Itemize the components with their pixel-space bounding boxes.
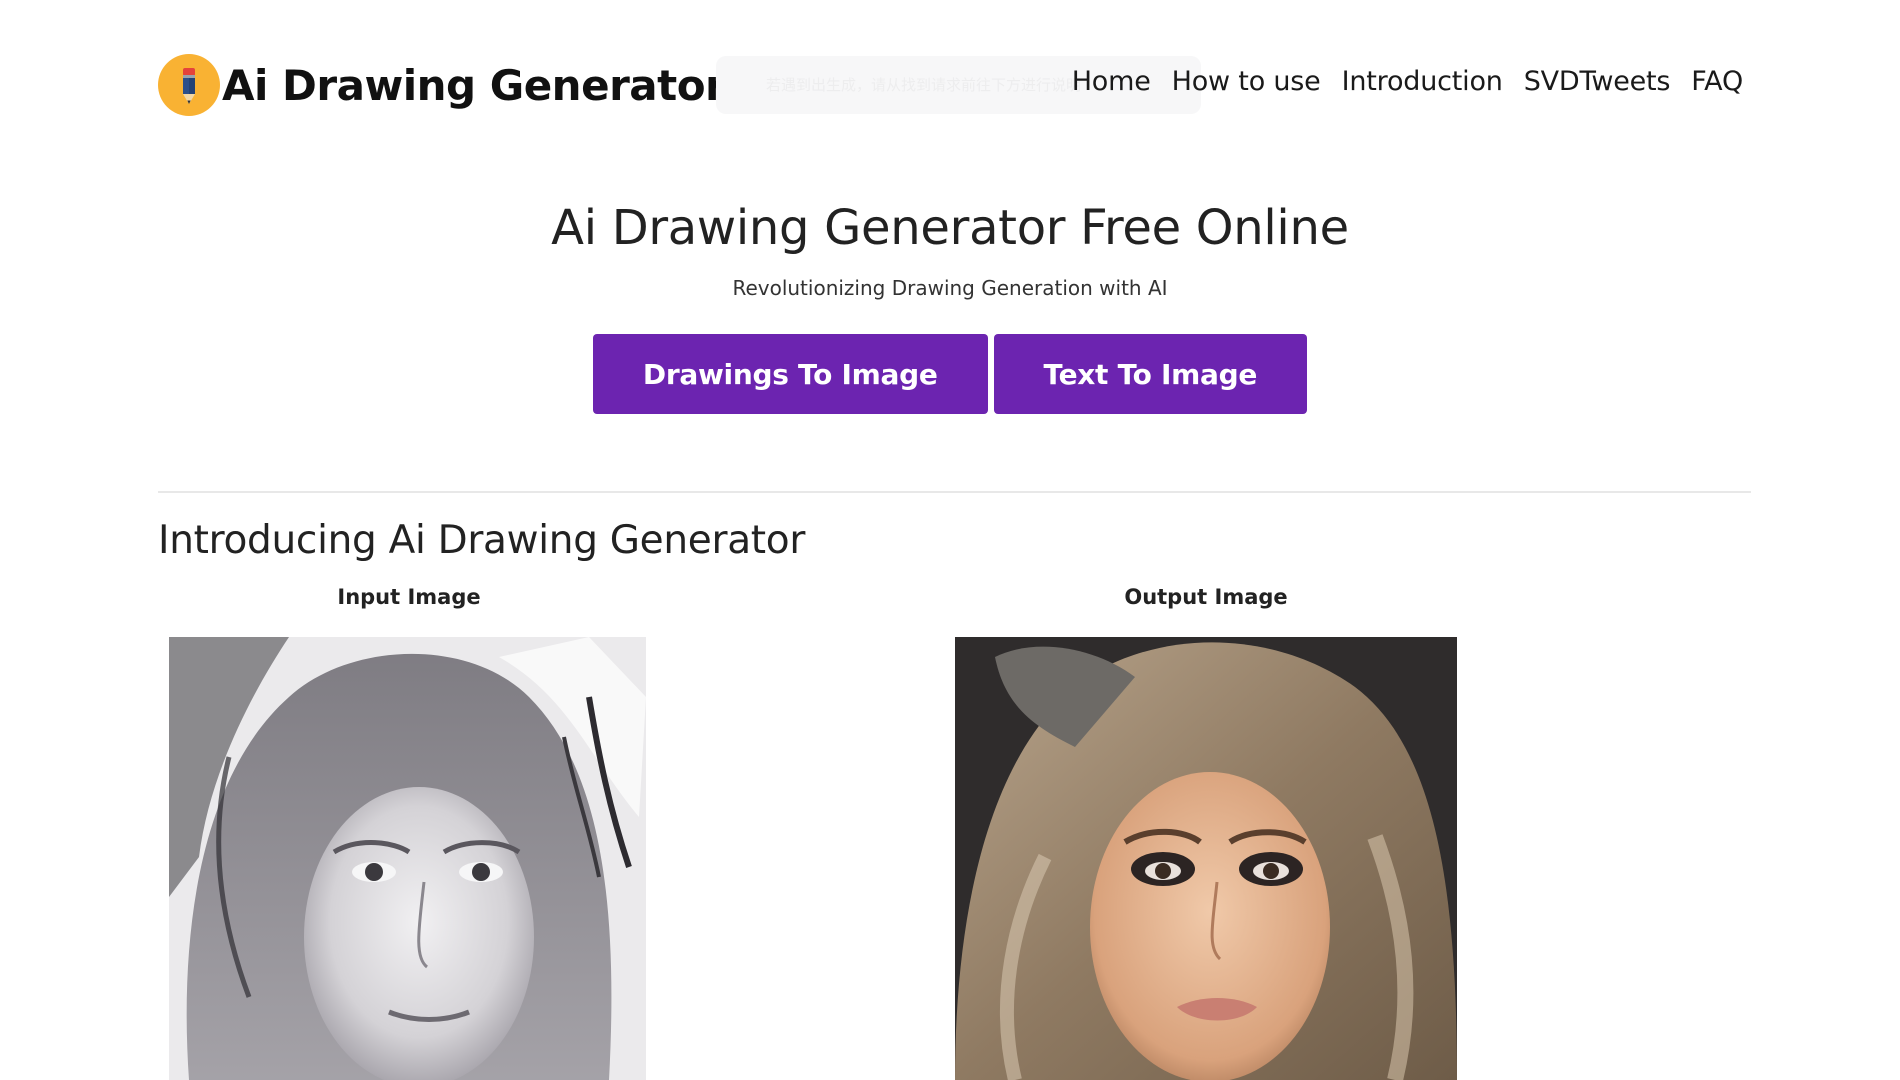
nav-how-to-use[interactable]: How to use — [1172, 66, 1321, 97]
input-image-label: Input Image — [337, 585, 481, 609]
text-to-image-button[interactable]: Text To Image — [993, 334, 1308, 414]
section-divider — [158, 491, 1751, 493]
nav-home[interactable]: Home — [1072, 66, 1151, 97]
pencil-icon — [158, 54, 220, 116]
hero-section: Ai Drawing Generator Free Online Revolut… — [0, 200, 1900, 414]
output-image-label: Output Image — [1124, 585, 1288, 609]
main-nav: Home How to use Introduction SVDTweets F… — [1072, 66, 1744, 97]
intro-heading: Introducing Ai Drawing Generator — [158, 518, 806, 563]
nav-faq[interactable]: FAQ — [1691, 66, 1743, 97]
drawings-to-image-button[interactable]: Drawings To Image — [592, 334, 988, 414]
nav-svdtweets[interactable]: SVDTweets — [1524, 66, 1671, 97]
page-title: Ai Drawing Generator Free Online — [551, 200, 1349, 256]
output-portrait-image — [955, 637, 1457, 1080]
notice-text: 若遇到出生成，请从找到请求前往下方进行说明 — [766, 76, 1082, 94]
mode-buttons: Drawings To Image Text To Image — [0, 334, 1900, 414]
page-subtitle: Revolutionizing Drawing Generation with … — [732, 276, 1168, 300]
nav-introduction[interactable]: Introduction — [1342, 66, 1503, 97]
site-header: Ai Drawing Generator 若遇到出生成，请从找到请求前往下方进行… — [158, 52, 1743, 122]
brand-name: Ai Drawing Generator — [222, 60, 726, 110]
input-sketch-image — [169, 637, 646, 1080]
brand-link[interactable]: Ai Drawing Generator — [158, 52, 726, 118]
